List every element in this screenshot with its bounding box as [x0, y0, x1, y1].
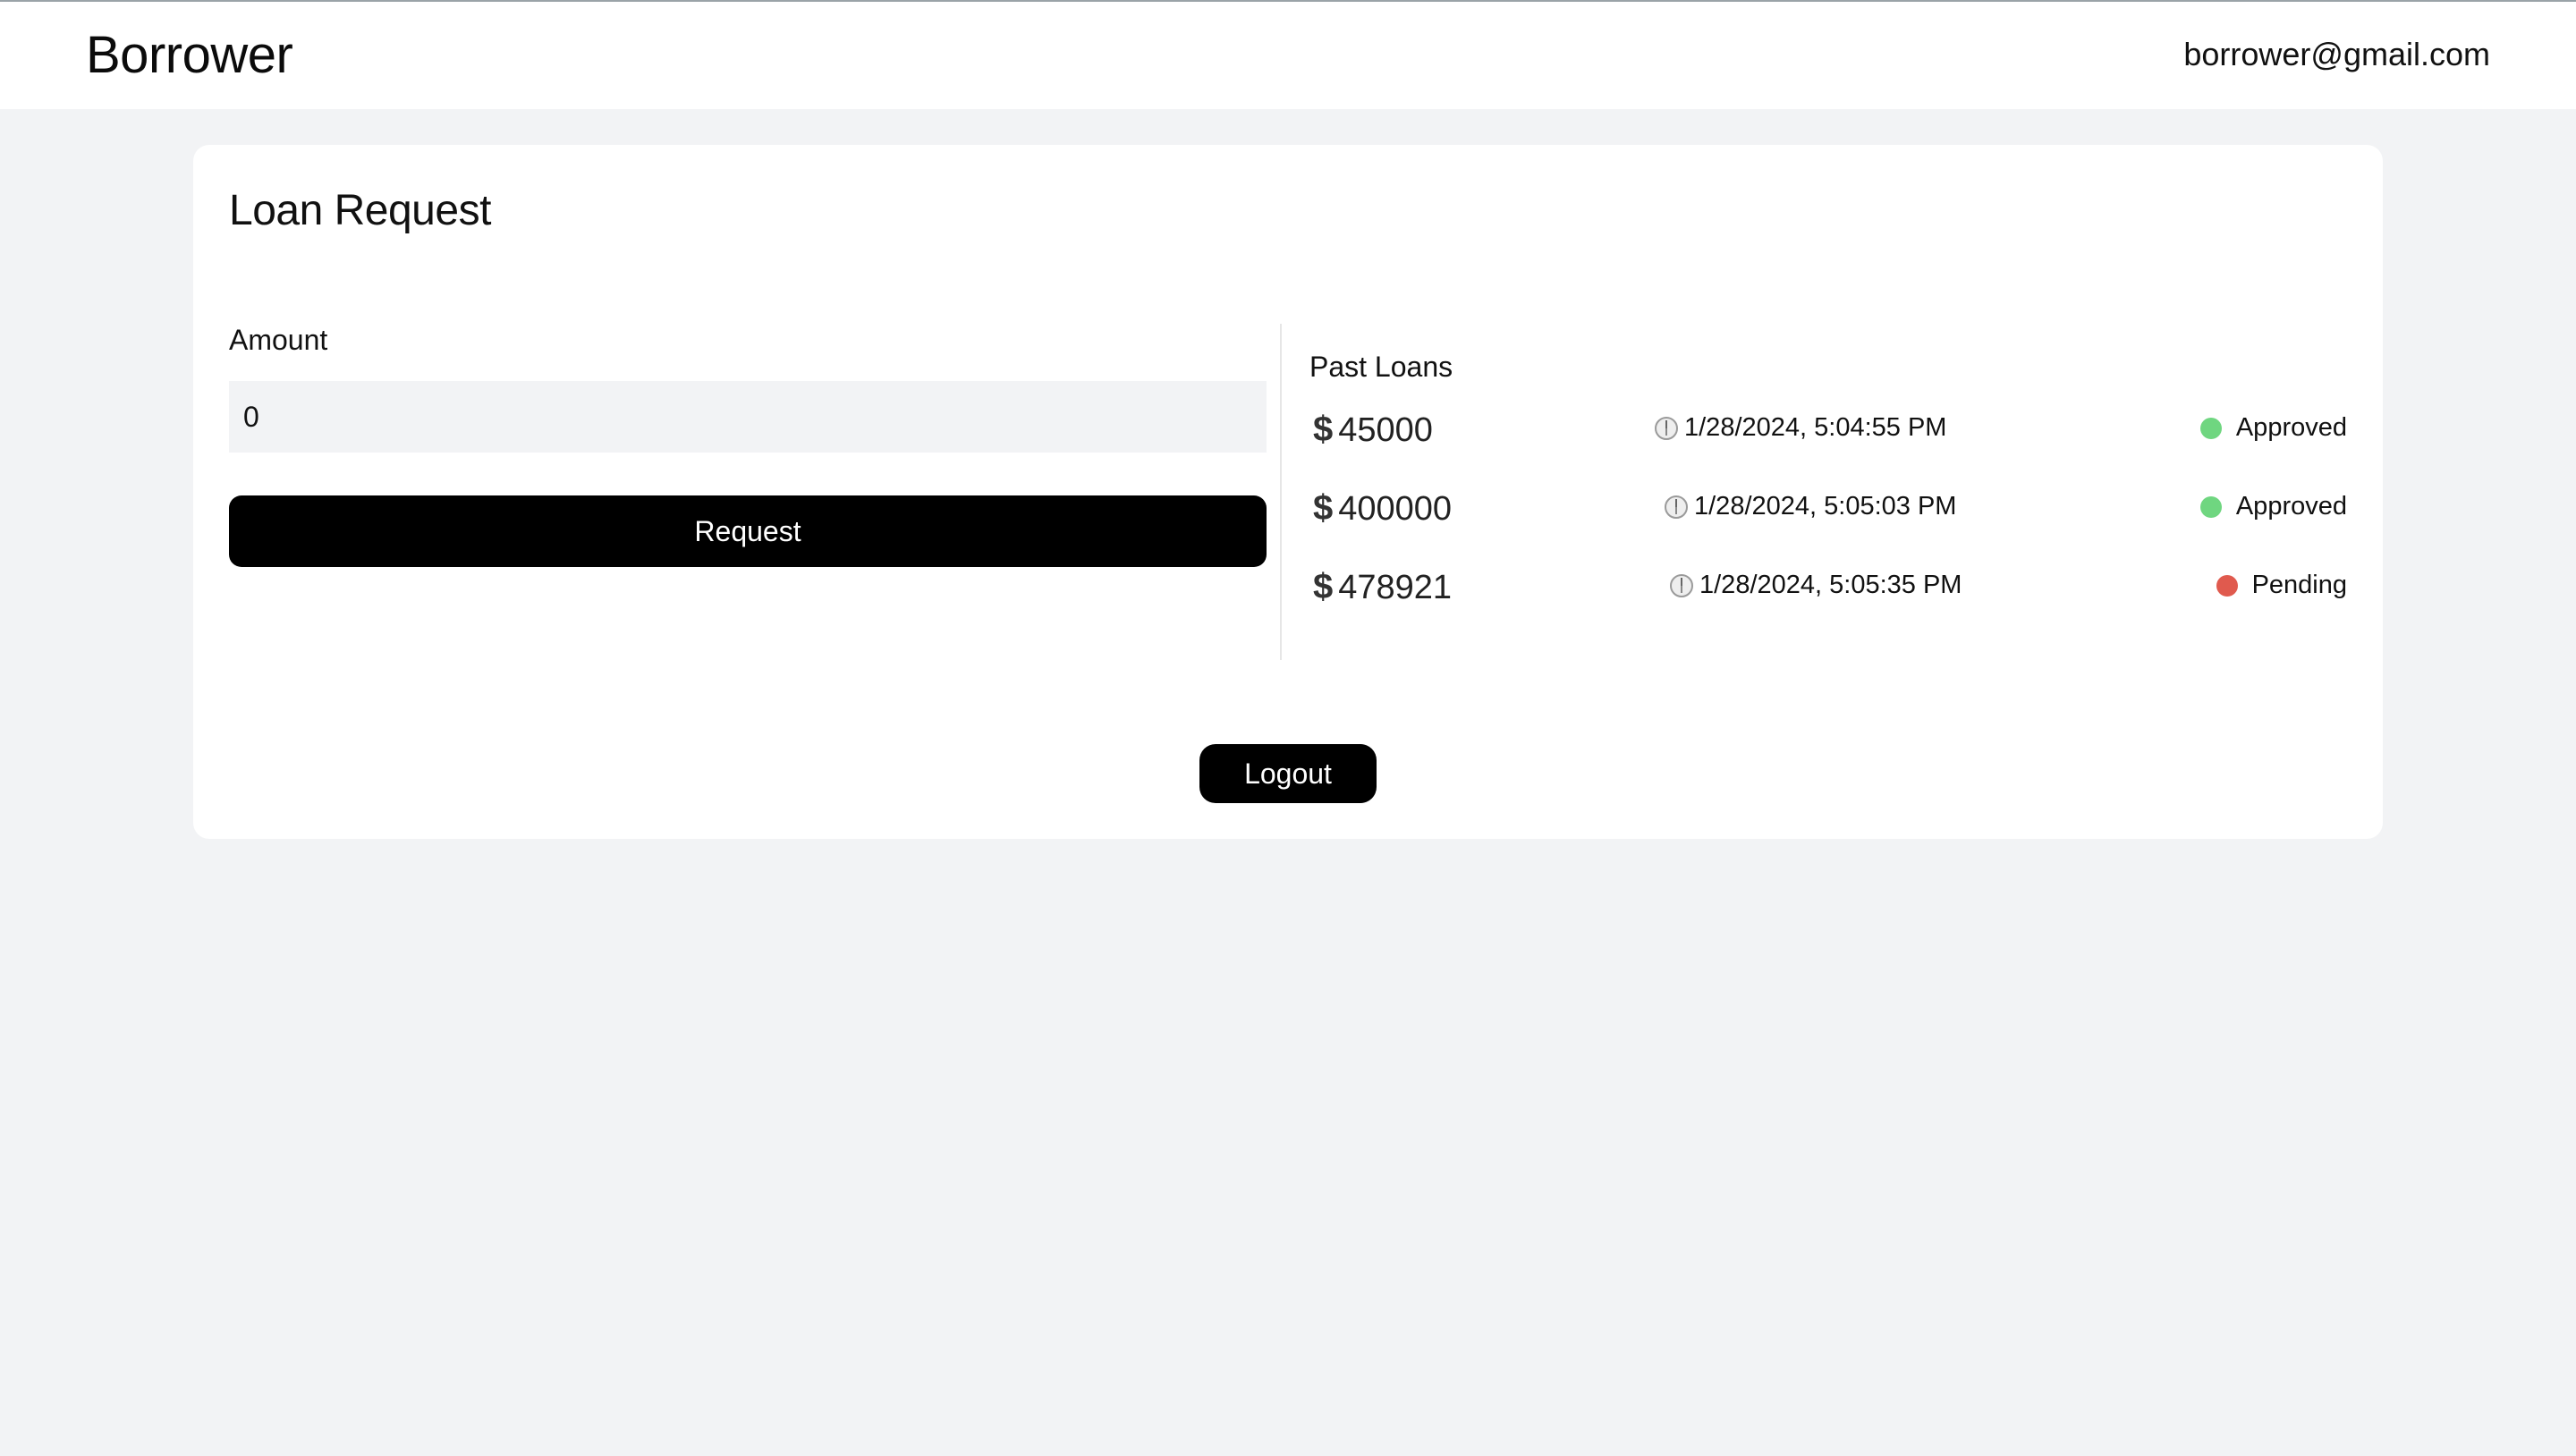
loan-request-card: Loan Request Amount Request Past Loans $…	[193, 145, 2383, 839]
loan-amount-value: 400000	[1338, 490, 1453, 528]
page-title: Loan Request	[229, 187, 491, 234]
loan-date-value: 1/28/2024, 5:05:35 PM	[1699, 571, 1962, 599]
loan-amount: $ 478921	[1313, 567, 1452, 607]
dollar-icon: $	[1313, 567, 1334, 606]
dollar-icon: $	[1313, 410, 1334, 449]
loan-date-value: 1/28/2024, 5:05:03 PM	[1694, 492, 1957, 521]
amount-label: Amount	[229, 324, 328, 356]
loan-date: 1/28/2024, 5:05:03 PM	[1664, 492, 1956, 521]
status-dot-icon	[2199, 417, 2222, 439]
loan-row: $ 400000 1/28/2024, 5:05:03 PM Approved	[1309, 481, 2347, 535]
loan-date-value: 1/28/2024, 5:04:55 PM	[1684, 413, 1947, 442]
app-header: Borrower borrower@gmail.com	[0, 2, 2576, 109]
status-label: Pending	[2251, 571, 2347, 599]
loan-row: $ 45000 1/28/2024, 5:04:55 PM Approved	[1309, 402, 2347, 456]
loan-date: 1/28/2024, 5:05:35 PM	[1669, 571, 1962, 600]
loan-amount: $ 45000	[1313, 410, 1433, 450]
logout-button[interactable]: Logout	[1199, 744, 1377, 803]
status-badge: Approved	[2199, 492, 2347, 521]
loan-amount-value: 478921	[1338, 569, 1453, 606]
loan-row: $ 478921 1/28/2024, 5:05:35 PM Pending	[1309, 560, 2347, 614]
status-dot-icon	[2199, 495, 2222, 518]
clock-icon	[1655, 416, 1678, 440]
request-button[interactable]: Request	[229, 495, 1267, 567]
clock-icon	[1665, 495, 1688, 519]
past-loans-title: Past Loans	[1309, 351, 1453, 383]
status-label: Approved	[2235, 492, 2347, 521]
status-label: Approved	[2235, 413, 2347, 442]
status-badge: Pending	[2216, 571, 2347, 600]
column-divider	[1280, 324, 1282, 660]
loan-date: 1/28/2024, 5:04:55 PM	[1654, 413, 1946, 443]
dollar-icon: $	[1313, 488, 1334, 528]
status-dot-icon	[2216, 574, 2238, 597]
user-email: borrower@gmail.com	[2183, 36, 2490, 72]
app-brand: Borrower	[86, 26, 293, 84]
loan-amount-value: 45000	[1338, 411, 1433, 449]
status-badge: Approved	[2199, 413, 2347, 443]
loan-amount: $ 400000	[1313, 488, 1452, 529]
amount-input[interactable]	[229, 381, 1267, 453]
clock-icon	[1670, 573, 1693, 597]
